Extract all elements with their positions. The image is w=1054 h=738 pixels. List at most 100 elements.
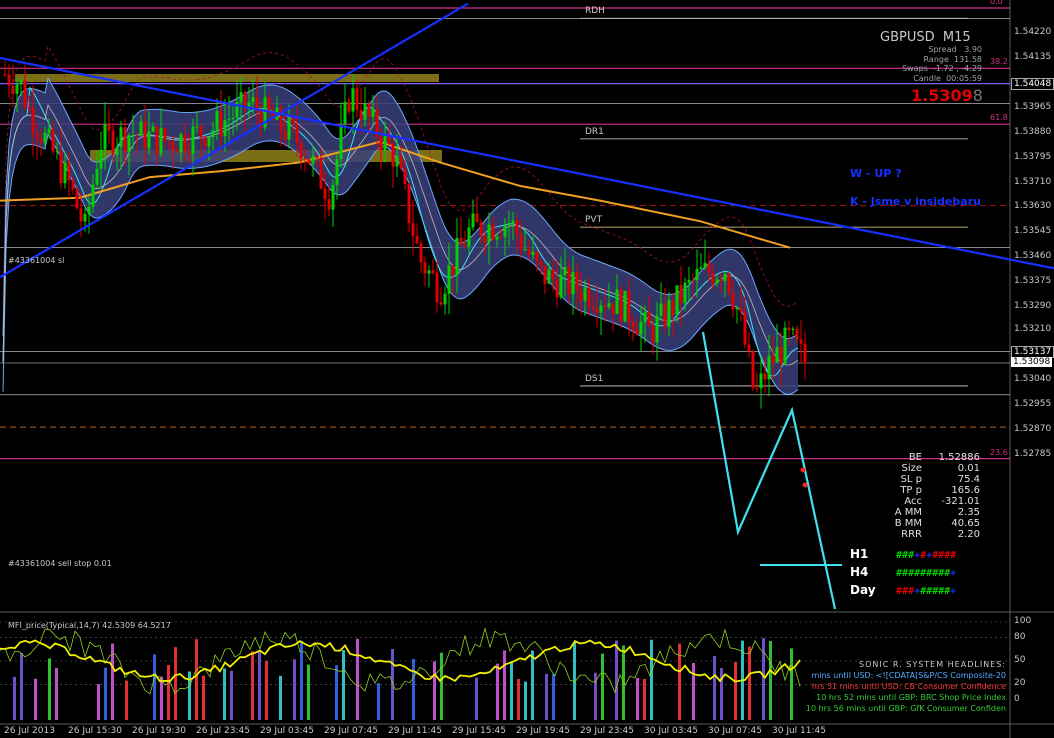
- candle-body: [287, 118, 291, 140]
- candle-body: [507, 222, 511, 226]
- candle-body: [215, 111, 219, 131]
- candle-body: [127, 135, 131, 152]
- mfi-bar: [153, 654, 156, 720]
- candle-body: [47, 128, 51, 133]
- mfi-bar: [713, 655, 716, 720]
- candle-body: [539, 260, 543, 266]
- candle-body: [667, 300, 671, 327]
- candle-body: [107, 123, 111, 131]
- price-tick: 1.53630: [1014, 200, 1052, 211]
- candle-label: Candle: [913, 73, 941, 83]
- trend-label: H1: [850, 547, 869, 561]
- mfi-bar: [342, 650, 345, 720]
- order-sl-label[interactable]: #43361004 sl: [8, 256, 64, 265]
- time-tick: 29 Jul 11:45: [388, 726, 442, 736]
- candle-body: [23, 80, 27, 108]
- candle-body: [715, 279, 719, 284]
- candle-body: [19, 80, 23, 85]
- mfi-bar: [615, 640, 618, 720]
- candle-body: [531, 251, 535, 255]
- candle-body: [355, 88, 359, 111]
- mfi-bar: [692, 662, 695, 720]
- stat-value: 1.52886: [938, 452, 980, 463]
- candle-body: [91, 184, 95, 207]
- candle-body: [267, 97, 271, 112]
- mfi-bar: [762, 638, 765, 720]
- trend-label: H4: [850, 565, 869, 579]
- indicator-tick: 100: [1014, 616, 1032, 626]
- mfi-bar: [230, 670, 233, 720]
- candle-body: [195, 126, 199, 128]
- swaps-row: Swaps -1.72 , -4.29: [880, 64, 982, 74]
- time-tick: 26 Jul 2013: [4, 726, 55, 736]
- candle-body: [555, 279, 559, 298]
- candle-body: [359, 110, 363, 121]
- mfi-bar: [307, 664, 310, 720]
- candle-body: [651, 326, 655, 343]
- stat-value: 165.6: [951, 485, 980, 496]
- pivot-label: RDH: [585, 6, 605, 17]
- mfi-bar: [223, 668, 226, 720]
- symbol-title: GBPUSD M15: [880, 30, 971, 45]
- price-tick: 1.53375: [1014, 275, 1052, 286]
- mfi-bar: [552, 673, 555, 720]
- candle-body: [655, 315, 659, 343]
- price-tick: 1.54220: [1014, 27, 1052, 37]
- mfi-bar: [636, 677, 639, 720]
- candle-body: [407, 184, 411, 224]
- order-sellstop-label[interactable]: #43361004 sell stop 0.01: [8, 559, 112, 568]
- mfi-bar: [335, 665, 338, 720]
- candle-body: [323, 188, 327, 200]
- candle-timer: 00:05:59: [946, 73, 982, 83]
- candle-body: [339, 124, 343, 160]
- candle-body: [231, 117, 235, 119]
- candle-body: [679, 285, 683, 304]
- chart-window[interactable]: 1.54220 1.54135 1.53965 1.53880 1.53795 1.537…: [0, 0, 1054, 738]
- supply-zone: [15, 74, 439, 82]
- candle-body: [615, 289, 619, 314]
- candle-body: [115, 146, 119, 155]
- candle-body: [283, 130, 287, 140]
- candle-body: [379, 136, 383, 151]
- timeframe: M15: [942, 30, 971, 45]
- headline-item: 10 hrs 52 mins until GBP: BRC Shop Price…: [816, 693, 1006, 702]
- mfi-bar: [356, 638, 359, 720]
- candle-body: [315, 156, 319, 158]
- candle-body: [803, 343, 807, 364]
- candle-body: [111, 130, 115, 155]
- candle-body: [347, 101, 351, 112]
- candle-body: [443, 293, 447, 305]
- candle-body: [239, 92, 243, 103]
- price-tick: 1.53040: [1014, 374, 1052, 385]
- candle-body: [663, 303, 667, 327]
- candle-body: [319, 157, 323, 189]
- mfi-bar: [195, 639, 198, 720]
- mfi-bar: [160, 676, 163, 720]
- candle-body: [475, 213, 479, 223]
- candle-body: [791, 328, 795, 330]
- candle-body: [311, 156, 315, 164]
- candle-body: [607, 303, 611, 308]
- candle-body: [747, 344, 751, 352]
- range-label: Range: [923, 54, 949, 64]
- candle-body: [611, 303, 615, 314]
- stat-key: Size: [901, 463, 922, 474]
- candle-body: [7, 74, 11, 86]
- indicator-tick: 20: [1014, 678, 1026, 689]
- time-tick: 29 Jul 15:45: [452, 726, 506, 736]
- candle-body: [735, 307, 739, 310]
- candle-body: [799, 339, 803, 344]
- candle-body: [487, 224, 491, 243]
- mfi-bar: [412, 658, 415, 720]
- candle-body: [631, 322, 635, 330]
- swaps-label: Swaps: [902, 64, 928, 73]
- price-tag: 1.53137: [1011, 345, 1054, 358]
- candle-body: [395, 155, 399, 167]
- candle-body: [527, 249, 531, 255]
- candle-body: [203, 137, 207, 147]
- stat-row: BE 1.52886: [880, 452, 980, 463]
- mfi-bar: [293, 659, 296, 720]
- candle-body: [787, 327, 791, 330]
- mfi-bar: [496, 663, 499, 720]
- candle-body: [459, 238, 463, 246]
